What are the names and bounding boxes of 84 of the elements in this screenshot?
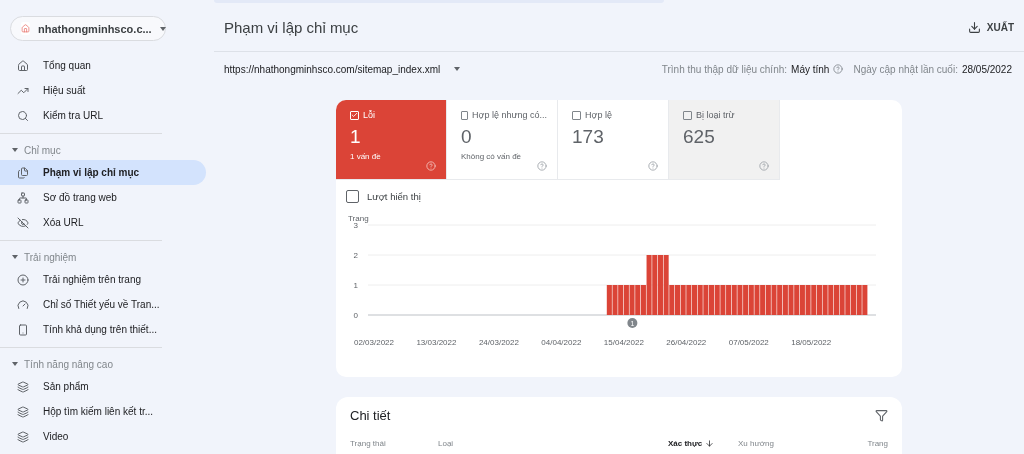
axis-label: 2 [353, 251, 358, 260]
sidebar-item[interactable]: Trải nghiệm trên trang [0, 267, 206, 292]
checkbox[interactable] [683, 110, 692, 120]
section-title: Trải nghiệm [24, 251, 77, 263]
column-header[interactable]: Xác thực [668, 439, 738, 448]
axis-label: 02/03/2022 [354, 338, 394, 347]
tile-label: Hợp lệ [585, 110, 612, 120]
checkbox-label: Lượt hiển thị [367, 191, 421, 202]
layers-icon [17, 380, 29, 393]
tile-value: 0 [461, 126, 473, 148]
status-tile[interactable]: Hợp lệ nhưng có... 0 Không có vấn đề [447, 100, 558, 180]
sidebar-item[interactable]: Sản phẩm [0, 374, 206, 399]
phone-icon [17, 323, 29, 336]
download-icon [967, 20, 981, 34]
pages-icon [17, 166, 29, 179]
home-icon [17, 59, 29, 72]
sidebar-item[interactable]: Video [0, 424, 206, 449]
property-selector[interactable]: nhathongminhsco.c... [10, 16, 166, 41]
tile-value: 1 [350, 126, 362, 148]
column-header[interactable]: Trang [848, 439, 888, 448]
sidebar-item[interactable]: Tính khả dụng trên thiết... [0, 317, 206, 342]
axis-label: 3 [353, 221, 358, 230]
tile-note: 1 vấn đề [350, 152, 382, 161]
section-header[interactable]: Chỉ mục [0, 140, 162, 160]
crawler-label: Trình thu thập dữ liệu chính: [661, 63, 788, 75]
checkbox[interactable] [572, 110, 581, 120]
axis-label: 24/03/2022 [478, 338, 519, 347]
status-tile[interactable]: Lỗi 1 1 vấn đề [336, 100, 447, 180]
sidebar-item[interactable]: Tổng quan [0, 53, 206, 78]
house-icon [21, 22, 30, 35]
tile-label: Bị loại trừ [696, 110, 735, 120]
column-header[interactable]: Xu hướng [738, 439, 848, 448]
tile-value: 173 [572, 126, 605, 148]
filter-icon[interactable] [875, 408, 888, 422]
section-title: Tính năng nâng cao [24, 358, 113, 370]
axis-label: 1 [353, 281, 358, 290]
axis-label: 0 [353, 311, 358, 320]
crawler-value: Máy tính [791, 63, 830, 75]
axis-label: 04/04/2022 [541, 338, 582, 347]
search-icon [17, 109, 29, 122]
layers-icon [17, 430, 29, 443]
page-title: Phạm vi lập chỉ mục [224, 18, 359, 36]
plus-circle-icon [17, 273, 29, 286]
sitemap-dropdown[interactable]: https://nhathongminhsco.com/sitemap_index.xml [224, 63, 461, 75]
sidebar-item[interactable]: Chỉ số Thiết yếu về Tran... [0, 292, 206, 317]
section-title: Chi tiết [350, 407, 391, 423]
column-header[interactable]: Trạng thái [350, 439, 438, 448]
axis-label: 15/04/2022 [603, 338, 644, 347]
sidebar-item[interactable]: Xóa URL [0, 210, 206, 235]
sidebar-item[interactable]: Hộp tìm kiếm liên kết tr... [0, 399, 206, 424]
status-tile[interactable]: Bị loại trừ 625 [669, 100, 780, 180]
layers-icon [17, 405, 29, 418]
updated-value: 28/05/2022 [961, 63, 1012, 75]
axis-title: Trang [348, 214, 369, 223]
checkbox[interactable] [461, 110, 469, 120]
tile-value: 625 [683, 126, 716, 148]
axis-label: 26/04/2022 [666, 338, 707, 347]
sidebar-item[interactable]: Phạm vi lập chỉ mục [0, 160, 206, 185]
sidebar-item[interactable]: Sơ đồ trang web [0, 185, 206, 210]
help-icon[interactable] [833, 64, 844, 74]
tile-label: Hợp lệ nhưng có... [472, 110, 547, 120]
status-tile[interactable]: Hợp lệ 173 [558, 100, 669, 180]
section-title: Chỉ mục [24, 144, 61, 156]
tile-label: Lỗi [363, 110, 375, 120]
sitemap-icon [17, 191, 29, 204]
gauge-icon [17, 298, 29, 311]
sidebar-item[interactable]: Kiểm tra URL [0, 103, 206, 128]
sidebar-item[interactable]: Hiệu suất [0, 78, 206, 103]
eye-off-icon [17, 216, 29, 229]
checkbox[interactable] [346, 190, 359, 203]
axis-label: 18/05/2022 [791, 338, 832, 347]
axis-label: 13/03/2022 [416, 338, 457, 347]
sort-arrow-icon [705, 439, 715, 448]
tile-note: Không có vấn đề [461, 152, 523, 161]
column-header[interactable]: Loại [438, 439, 668, 448]
section-header[interactable]: Trải nghiệm [0, 247, 162, 267]
export-button[interactable]: XUẤT [963, 16, 1018, 38]
section-header[interactable]: Tính năng nâng cao [0, 354, 162, 374]
dropdown-caret-icon [159, 26, 166, 31]
help-icon[interactable] [537, 161, 547, 171]
axis-label: 07/05/2022 [728, 338, 769, 347]
updated-label: Ngày cập nhật lần cuối: [853, 63, 958, 75]
help-icon[interactable] [648, 161, 658, 171]
help-icon[interactable] [426, 161, 436, 171]
